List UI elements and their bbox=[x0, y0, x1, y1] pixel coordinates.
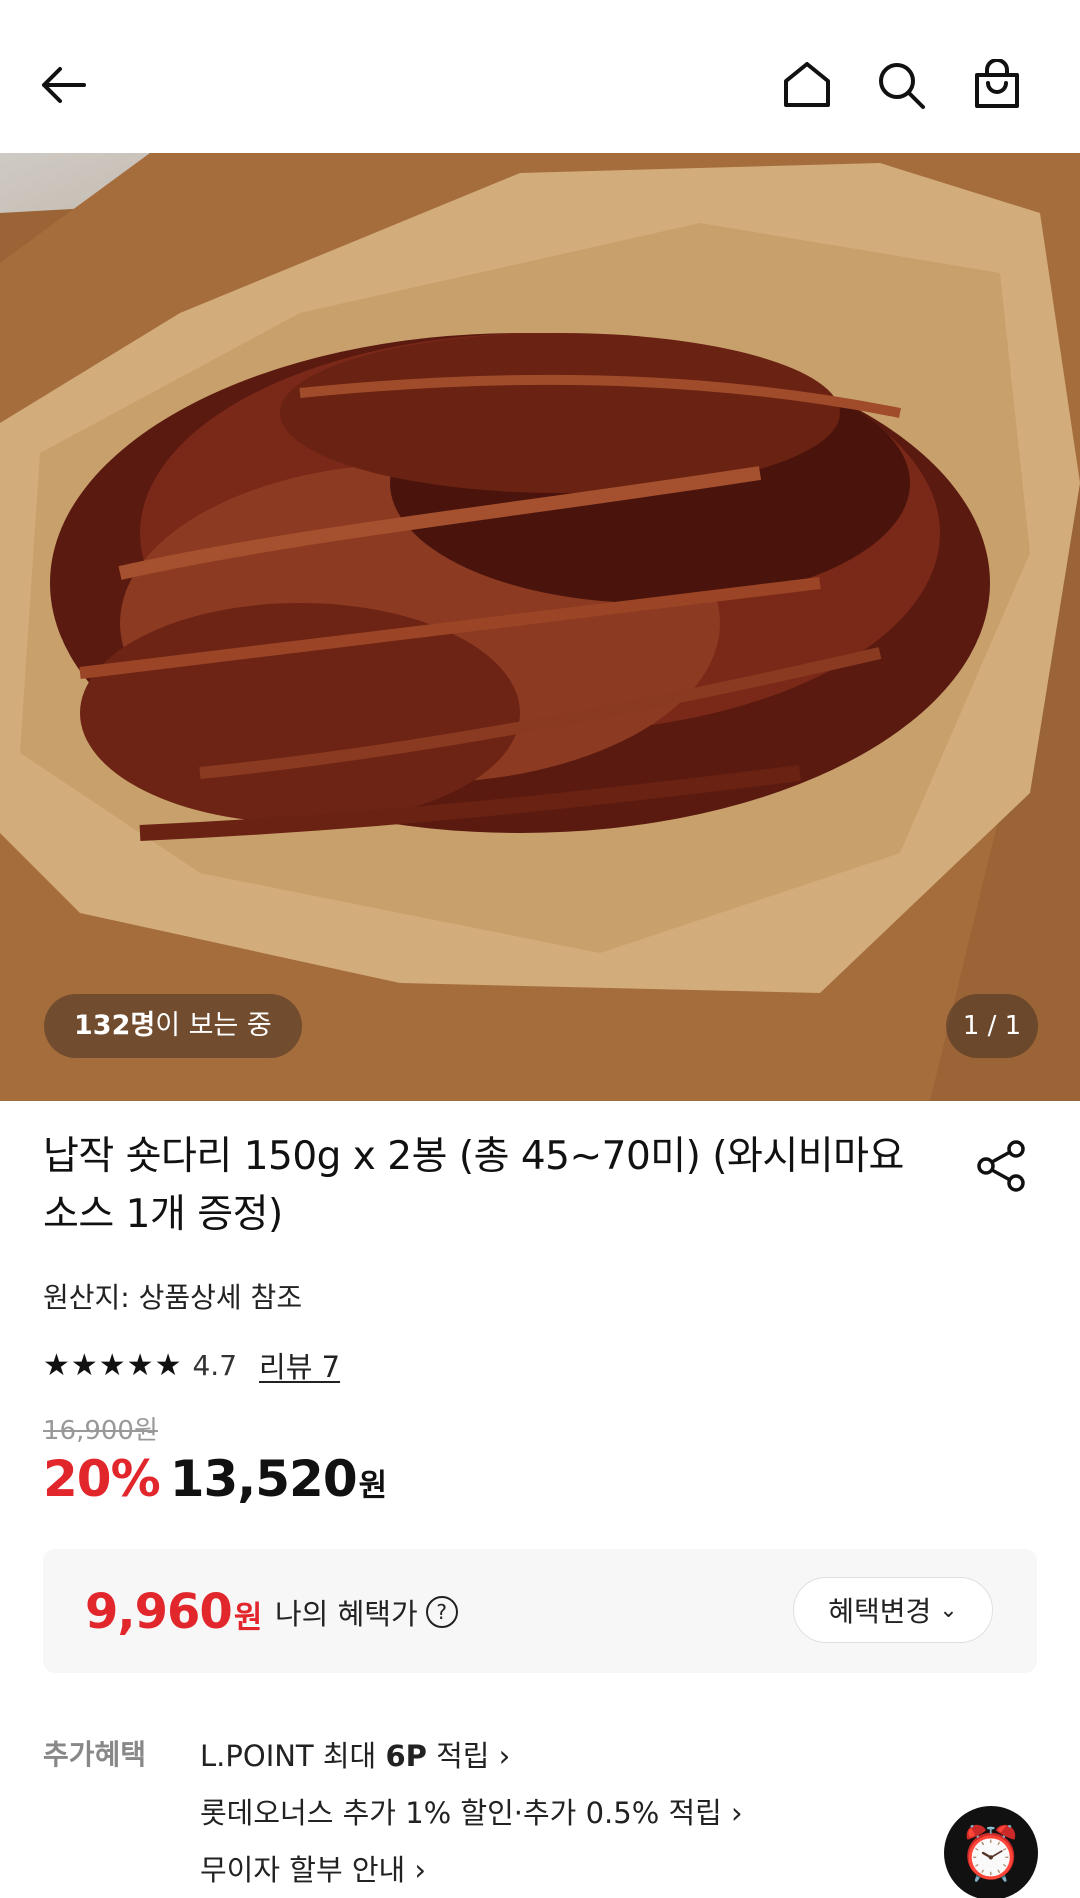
origin-info: 원산지: 상품상세 참조 bbox=[43, 1281, 303, 1314]
back-button[interactable] bbox=[28, 50, 98, 120]
review-link[interactable]: 리뷰 7 bbox=[259, 1344, 340, 1386]
lpoint-points: 6P bbox=[385, 1739, 427, 1773]
installment-info-link[interactable]: 무이자 할부 안내 › bbox=[200, 1847, 426, 1889]
search-icon bbox=[879, 63, 925, 109]
product-photo bbox=[0, 153, 1080, 1101]
price-row: 20% 13,520 원 bbox=[43, 1450, 387, 1508]
sale-price: 13,520 bbox=[169, 1450, 358, 1508]
product-title-line1: 납작 숏다리 150g x 2봉 (총 45~70미) (와시비마요 bbox=[43, 1134, 904, 1179]
discount-rate: 20% bbox=[43, 1450, 161, 1508]
image-counter: 1 / 1 bbox=[946, 994, 1038, 1058]
product-image-carousel[interactable]: 132명 이 보는 중 1 / 1 bbox=[0, 153, 1080, 1101]
original-price: 16,900원 bbox=[43, 1416, 158, 1446]
sale-price-currency: 원 bbox=[358, 1468, 388, 1504]
benefit-price-label: 나의 혜택가 ? bbox=[275, 1591, 458, 1633]
product-title: 납작 숏다리 150g x 2봉 (총 45~70미) (와시비마요 소스 1개… bbox=[43, 1128, 943, 1244]
viewers-count: 132명 bbox=[74, 1010, 156, 1041]
lpoint-benefit-link[interactable]: L.POINT 최대 6P 적립 › bbox=[200, 1733, 510, 1775]
question-circle-icon[interactable]: ? bbox=[425, 1596, 458, 1628]
share-button[interactable] bbox=[972, 1136, 1032, 1196]
shopping-bag-icon bbox=[975, 59, 1019, 108]
change-benefit-button[interactable]: 혜택변경 ⌄ bbox=[793, 1577, 993, 1643]
benefit-price-box: 9,960 원 나의 혜택가 ? 혜택변경 ⌄ bbox=[43, 1549, 1037, 1673]
change-benefit-label: 혜택변경 bbox=[828, 1595, 932, 1628]
rating-row: ★★★★★ 4.7 리뷰 7 bbox=[43, 1345, 340, 1385]
share-icon bbox=[977, 1140, 1025, 1192]
benefit-price-currency: 원 bbox=[233, 1600, 263, 1636]
alarm-clock-button[interactable]: ⏰ bbox=[944, 1806, 1038, 1898]
lpoint-text-post: 적립 › bbox=[426, 1739, 511, 1773]
top-navigation-bar bbox=[0, 0, 1080, 153]
viewers-badge: 132명 이 보는 중 bbox=[44, 994, 302, 1058]
rating-score: 4.7 bbox=[192, 1348, 238, 1382]
search-button[interactable] bbox=[866, 50, 936, 120]
star-rating-icon: ★★★★★ bbox=[43, 1347, 183, 1383]
chevron-down-icon: ⌄ bbox=[939, 1597, 958, 1623]
home-icon bbox=[784, 62, 830, 107]
lpoint-text-pre: L.POINT 최대 bbox=[200, 1739, 386, 1773]
extra-benefits-label: 추가혜택 bbox=[43, 1738, 147, 1771]
benefit-price: 9,960 원 bbox=[85, 1584, 262, 1640]
arrow-left-icon bbox=[42, 67, 86, 103]
benefit-price-value: 9,960 bbox=[85, 1584, 233, 1640]
viewers-label: 이 보는 중 bbox=[155, 1010, 272, 1041]
alarm-clock-icon: ⏰ bbox=[958, 1823, 1024, 1884]
home-button[interactable] bbox=[772, 50, 842, 120]
product-title-line2: 소스 1개 증정) bbox=[43, 1192, 283, 1237]
cart-button[interactable] bbox=[962, 50, 1032, 120]
benefit-label-text: 나의 혜택가 bbox=[275, 1597, 418, 1631]
lotte-owners-benefit-link[interactable]: 롯데오너스 추가 1% 할인·추가 0.5% 적립 › bbox=[200, 1790, 743, 1832]
